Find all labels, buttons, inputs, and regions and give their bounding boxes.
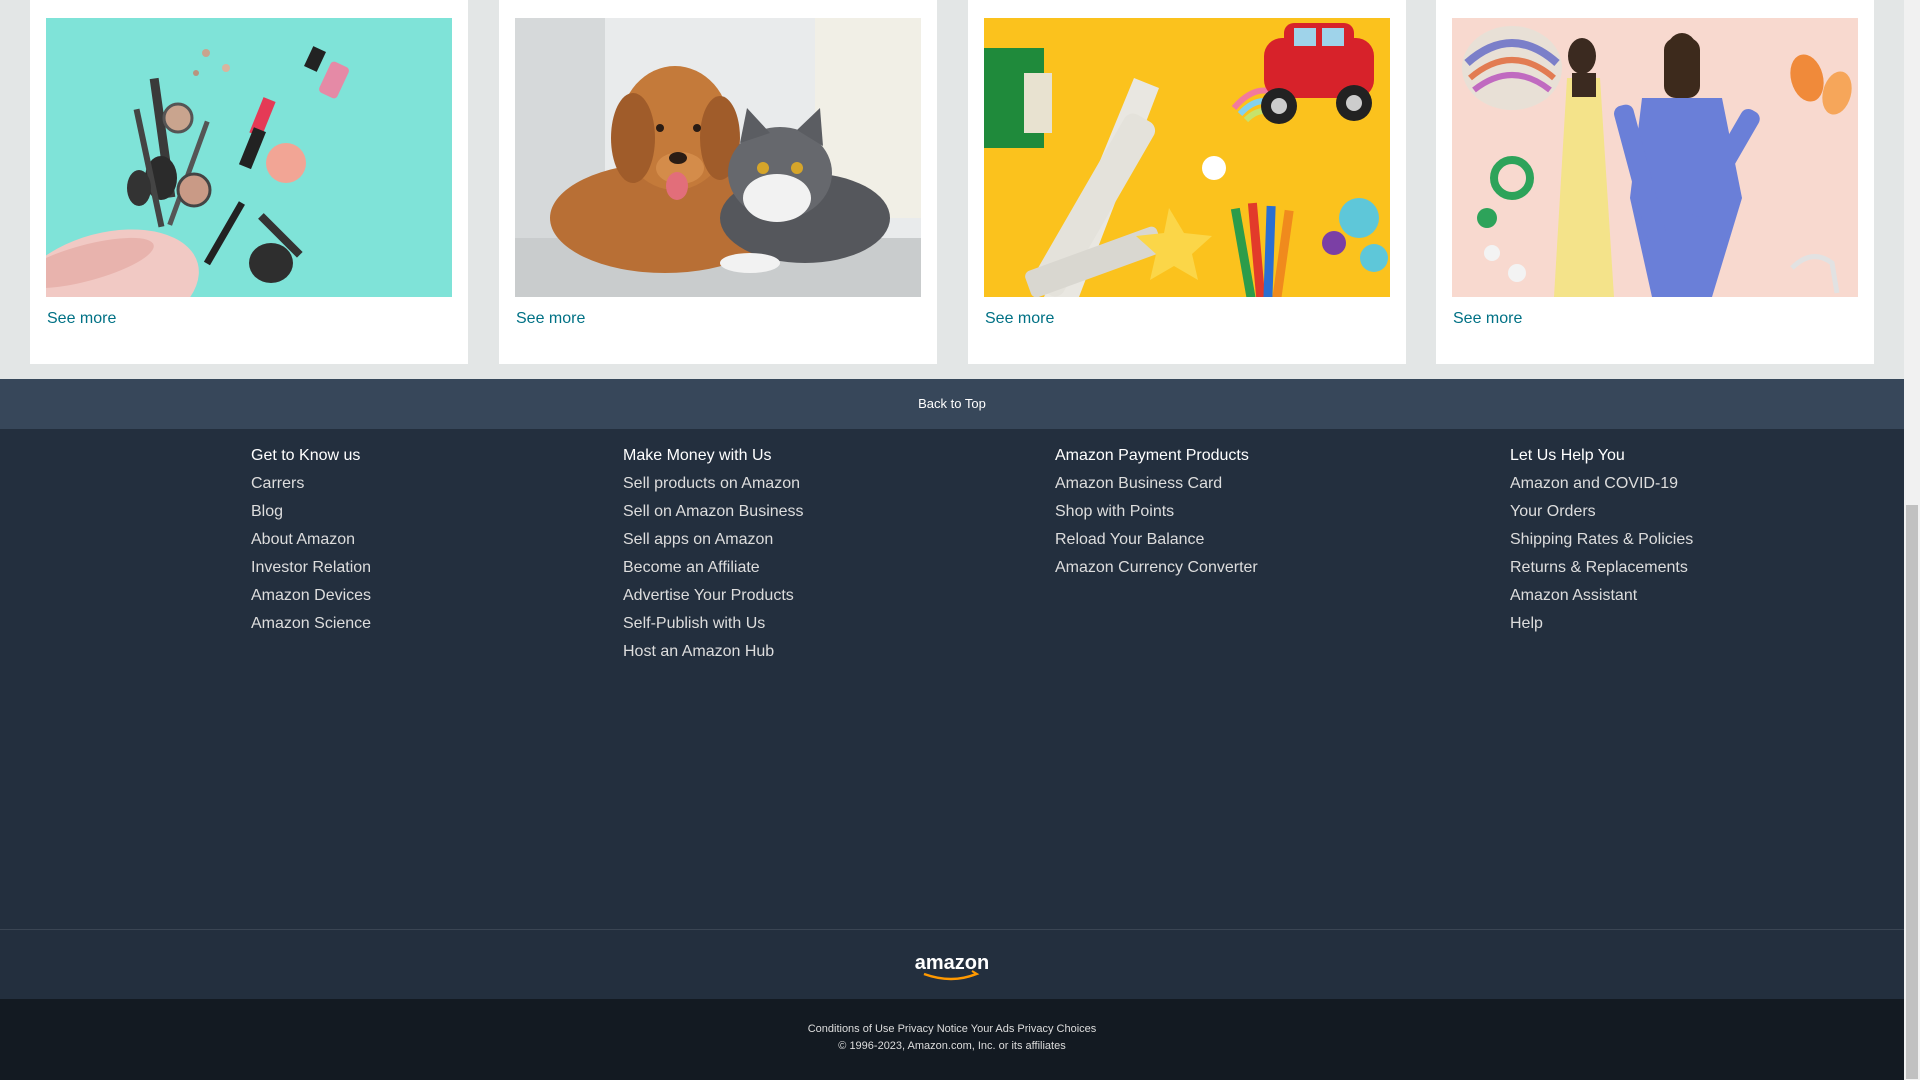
product-card-beauty: See more: [30, 0, 468, 364]
footer-link-sell-products[interactable]: Sell products on Amazon: [623, 473, 804, 495]
page: See more See more See more See more Back…: [0, 0, 1904, 1080]
footer-link-blog[interactable]: Blog: [251, 501, 371, 523]
footer-column-heading: Let Us Help You: [1510, 447, 1625, 464]
footer-link-carrers[interactable]: Carrers: [251, 473, 371, 495]
footer-link-amazon-assistant[interactable]: Amazon Assistant: [1510, 585, 1693, 607]
privacy-notice-link[interactable]: Privacy Notice: [898, 1023, 968, 1035]
footer-link-returns[interactable]: Returns & Replacements: [1510, 557, 1693, 579]
footer-column-help: Let Us Help You Amazon and COVID-19 Your…: [1510, 445, 1693, 641]
product-card-toys: See more: [968, 0, 1406, 364]
footer-links-section: Get to Know us Carrers Blog About Amazon…: [0, 429, 1904, 929]
footer-link-advertise-products[interactable]: Advertise Your Products: [623, 585, 804, 607]
card-image-cosmetics[interactable]: [46, 18, 452, 297]
product-card-pets: See more: [499, 0, 937, 364]
footer-column-heading: Amazon Payment Products: [1055, 447, 1249, 464]
legal-links: Conditions of Use Privacy Notice Your Ad…: [0, 1023, 1904, 1035]
footer-link-about-amazon[interactable]: About Amazon: [251, 529, 371, 551]
footer-link-sell-apps[interactable]: Sell apps on Amazon: [623, 529, 804, 551]
footer-link-covid[interactable]: Amazon and COVID-19: [1510, 473, 1693, 495]
see-more-link[interactable]: See more: [985, 310, 1054, 328]
footer-column-payment-products: Amazon Payment Products Amazon Business …: [1055, 445, 1258, 585]
footer-link-business-card[interactable]: Amazon Business Card: [1055, 473, 1258, 495]
back-to-top-button[interactable]: Back to Top: [0, 379, 1904, 429]
footer-link-sell-business[interactable]: Sell on Amazon Business: [623, 501, 804, 523]
footer-column-heading: Get to Know us: [251, 447, 361, 464]
conditions-of-use-link[interactable]: Conditions of Use: [808, 1023, 895, 1035]
footer-legal-bar: Conditions of Use Privacy Notice Your Ad…: [0, 999, 1904, 1080]
footer-link-self-publish[interactable]: Self-Publish with Us: [623, 613, 804, 635]
footer-link-your-orders[interactable]: Your Orders: [1510, 501, 1693, 523]
vertical-scrollbar[interactable]: [1904, 0, 1920, 1080]
footer-link-shipping-rates[interactable]: Shipping Rates & Policies: [1510, 529, 1693, 551]
ads-privacy-choices-link[interactable]: Your Ads Privacy Choices: [971, 1023, 1097, 1035]
amazon-logo[interactable]: amazon: [910, 952, 994, 987]
see-more-link[interactable]: See more: [47, 310, 116, 328]
card-image-toys[interactable]: [984, 18, 1390, 297]
footer-link-become-affiliate[interactable]: Become an Affiliate: [623, 557, 804, 579]
footer-column-make-money: Make Money with Us Sell products on Amaz…: [623, 445, 804, 669]
footer-link-reload-balance[interactable]: Reload Your Balance: [1055, 529, 1258, 551]
footer-column-get-to-know-us: Get to Know us Carrers Blog About Amazon…: [251, 445, 371, 641]
footer-column-heading: Make Money with Us: [623, 447, 772, 464]
footer-logo-row: amazon: [0, 930, 1904, 999]
amazon-logo-text: amazon: [915, 952, 989, 974]
product-card-fashion: See more: [1436, 0, 1874, 364]
footer-link-investor-relation[interactable]: Investor Relation: [251, 557, 371, 579]
see-more-link[interactable]: See more: [516, 310, 585, 328]
see-more-link[interactable]: See more: [1453, 310, 1522, 328]
footer-link-help[interactable]: Help: [1510, 613, 1693, 635]
footer-link-host-hub[interactable]: Host an Amazon Hub: [623, 641, 804, 663]
card-image-pets[interactable]: [515, 18, 921, 297]
footer-link-shop-with-points[interactable]: Shop with Points: [1055, 501, 1258, 523]
footer-link-currency-converter[interactable]: Amazon Currency Converter: [1055, 557, 1258, 579]
card-image-fashion[interactable]: [1452, 18, 1858, 297]
scrollbar-thumb[interactable]: [1906, 505, 1918, 1079]
footer-link-amazon-science[interactable]: Amazon Science: [251, 613, 371, 635]
product-cards-row: See more See more See more See more: [0, 0, 1904, 379]
footer-link-amazon-devices[interactable]: Amazon Devices: [251, 585, 371, 607]
copyright-text: © 1996-2023, Amazon.com, Inc. or its aff…: [838, 1040, 1066, 1052]
